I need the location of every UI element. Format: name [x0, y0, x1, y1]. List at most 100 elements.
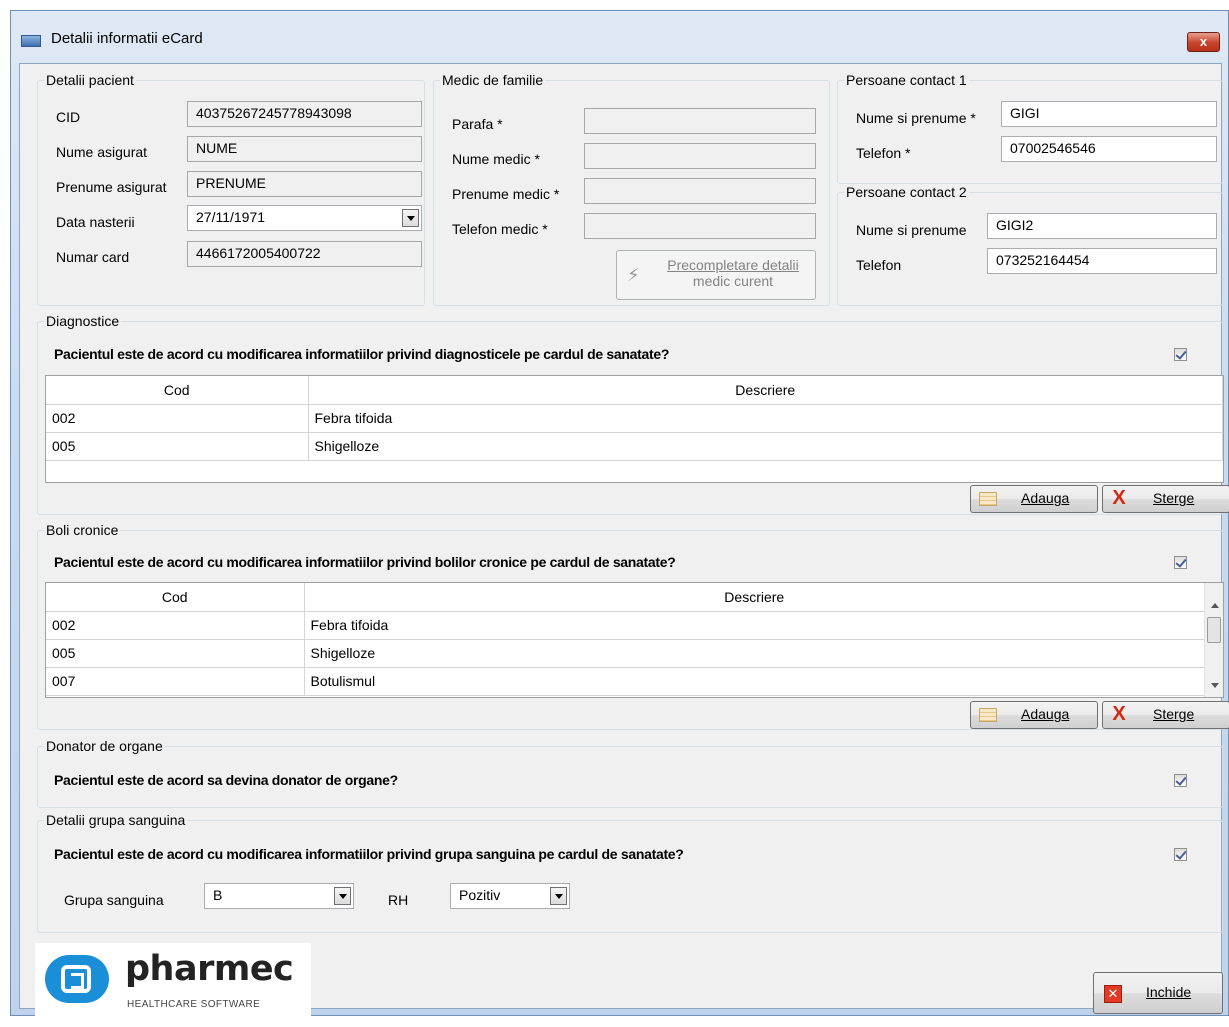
organ-donor-consent-checkbox[interactable]	[1174, 774, 1187, 787]
contact2-group: Persoane contact 2 Nume si prenume GIGI2…	[837, 184, 1223, 306]
pharmec-logo-icon	[45, 955, 109, 1003]
blood-group-select[interactable]: B	[204, 883, 354, 909]
prefill-button-text: Precompletare detalii medic curent	[653, 257, 813, 289]
window-title: Detalii informatii eCard	[51, 30, 203, 47]
organ-donor-question: Pacientul este de acord sa devina donato…	[54, 772, 398, 788]
chronic-add-label: Adauga	[1021, 706, 1070, 722]
birth-date-picker[interactable]: 27/11/1971	[187, 205, 422, 231]
insured-firstname-label: Prenume asigurat	[56, 179, 167, 195]
cid-label: CID	[56, 109, 81, 125]
family-doctor-group: Medic de familie Parafa * Nume medic * P…	[433, 72, 830, 306]
doctor-name-label: Nume medic *	[452, 151, 540, 167]
chronic-grid-scrollbar[interactable]	[1204, 583, 1223, 697]
diagnoses-col-descriere[interactable]: Descriere	[308, 376, 1223, 405]
contact2-name-label: Nume si prenume	[856, 222, 967, 238]
blood-group-question: Pacientul este de acord cu modificarea i…	[54, 846, 684, 862]
parafa-field[interactable]	[584, 108, 816, 134]
chronic-diseases-consent-checkbox[interactable]	[1174, 556, 1187, 569]
table-row[interactable]: 005 Shigelloze	[46, 432, 1223, 461]
cell-descriere: Shigelloze	[308, 432, 1223, 461]
cell-cod: 005	[46, 432, 309, 461]
cell-cod: 002	[46, 611, 305, 640]
chronic-add-button[interactable]: Adauga	[970, 701, 1098, 729]
scroll-thumb[interactable]	[1207, 617, 1221, 643]
birth-date-label: Data nasterii	[56, 214, 135, 230]
scroll-up-icon[interactable]	[1211, 603, 1219, 608]
contact1-phone-label: Telefon *	[856, 145, 911, 161]
close-dialog-label: Inchide	[1146, 984, 1192, 1000]
blood-group-group: Detalii grupa sanguina Pacientul este de…	[37, 812, 1223, 933]
add-icon	[979, 492, 997, 506]
chronic-diseases-legend: Boli cronice	[44, 522, 121, 538]
chronic-col-descriere[interactable]: Descriere	[304, 583, 1205, 612]
cell-descriere: Botulismul	[304, 667, 1205, 696]
table-row[interactable]: 002 Febra tifoida	[46, 611, 1205, 640]
cid-field[interactable]: 40375267245778943098	[187, 101, 422, 127]
doctor-phone-label: Telefon medic *	[452, 221, 548, 237]
insured-firstname-field[interactable]: PRENUME	[187, 171, 422, 197]
table-row[interactable]: 005 Shigelloze	[46, 639, 1205, 668]
diagnoses-grid[interactable]: Cod Descriere 002 Febra tifoida 005 Shig…	[45, 375, 1224, 483]
parafa-label: Parafa *	[452, 116, 503, 132]
diagnoses-legend: Diagnostice	[44, 313, 122, 329]
cell-descriere: Febra tifoida	[308, 404, 1223, 433]
doctor-firstname-field[interactable]	[584, 178, 816, 204]
logo-name: pharmec	[125, 949, 294, 989]
cell-descriere: Shigelloze	[304, 639, 1205, 668]
organ-donor-group: Donator de organe Pacientul este de acor…	[37, 738, 1223, 808]
delete-icon: X	[1112, 487, 1126, 509]
diagnoses-delete-label: Sterge	[1153, 490, 1195, 506]
cell-cod: 002	[46, 404, 309, 433]
diagnoses-group: Diagnostice Pacientul este de acord cu m…	[37, 313, 1229, 515]
rh-select[interactable]: Pozitiv	[450, 883, 570, 909]
table-row[interactable]: 002 Febra tifoida	[46, 404, 1223, 433]
diagnoses-add-label: Adauga	[1021, 490, 1070, 506]
chevron-down-icon[interactable]	[402, 209, 419, 227]
diagnoses-col-cod[interactable]: Cod	[46, 376, 309, 405]
rh-value: Pozitiv	[459, 887, 501, 903]
delete-icon: X	[1112, 703, 1126, 725]
card-number-field[interactable]: 4466172005400722	[187, 241, 422, 267]
card-number-label: Numar card	[56, 249, 130, 265]
blood-group-label: Grupa sanguina	[64, 892, 164, 908]
window-icon	[21, 35, 41, 47]
organ-donor-legend: Donator de organe	[44, 738, 165, 754]
window-close-button[interactable]: x	[1187, 32, 1220, 52]
patient-details-group: Detalii pacient CID 40375267245778943098…	[37, 72, 425, 306]
doctor-name-field[interactable]	[584, 143, 816, 169]
dialog-window: Detalii informatii eCard x Detalii pacie…	[10, 10, 1229, 1027]
chronic-delete-button[interactable]: X Sterge	[1102, 701, 1229, 729]
diagnoses-add-button[interactable]: Adauga	[970, 485, 1098, 513]
chronic-col-cod[interactable]: Cod	[46, 583, 305, 612]
contact2-phone-label: Telefon	[856, 257, 902, 273]
chevron-down-icon[interactable]	[334, 887, 351, 905]
table-row[interactable]: 007 Botulismul	[46, 667, 1205, 696]
add-icon	[979, 708, 997, 722]
title-bar: Detalii informatii eCard x	[11, 11, 1228, 63]
dialog-client-area: Detalii pacient CID 40375267245778943098…	[19, 63, 1229, 1027]
contact1-phone-input[interactable]: 07002546546	[1001, 136, 1217, 162]
insured-name-field[interactable]: NUME	[187, 136, 422, 162]
cell-descriere: Febra tifoida	[304, 611, 1205, 640]
blood-group-legend: Detalii grupa sanguina	[44, 812, 188, 828]
contact1-legend: Persoane contact 1	[844, 72, 969, 88]
contact2-name-input[interactable]: GIGI2	[987, 213, 1217, 239]
contact1-name-input[interactable]: GIGI	[1001, 101, 1217, 127]
contact2-phone-input[interactable]: 073252164454	[987, 248, 1217, 274]
close-dialog-button[interactable]: ✕ Inchide	[1093, 972, 1223, 1014]
diagnoses-consent-checkbox[interactable]	[1174, 348, 1187, 361]
prefill-doctor-button[interactable]: ⚡ Precompletare detalii medic curent	[616, 250, 816, 300]
contact1-group: Persoane contact 1 Nume si prenume * GIG…	[837, 72, 1223, 184]
lightning-icon: ⚡	[627, 265, 640, 285]
scroll-down-icon[interactable]	[1211, 683, 1219, 688]
doctor-phone-field[interactable]	[584, 213, 816, 239]
doctor-firstname-label: Prenume medic *	[452, 186, 560, 202]
contact2-legend: Persoane contact 2	[844, 184, 969, 200]
chronic-diseases-grid[interactable]: Cod Descriere 002 Febra tifoida 005 Shig…	[45, 582, 1224, 698]
chevron-down-icon[interactable]	[550, 887, 567, 905]
prefill-line1: Precompletare detalii	[667, 257, 799, 273]
diagnoses-delete-button[interactable]: X Sterge	[1102, 485, 1229, 513]
chronic-diseases-group: Boli cronice Pacientul este de acord cu …	[37, 522, 1229, 730]
blood-group-consent-checkbox[interactable]	[1174, 848, 1187, 861]
cell-cod: 005	[46, 639, 305, 668]
